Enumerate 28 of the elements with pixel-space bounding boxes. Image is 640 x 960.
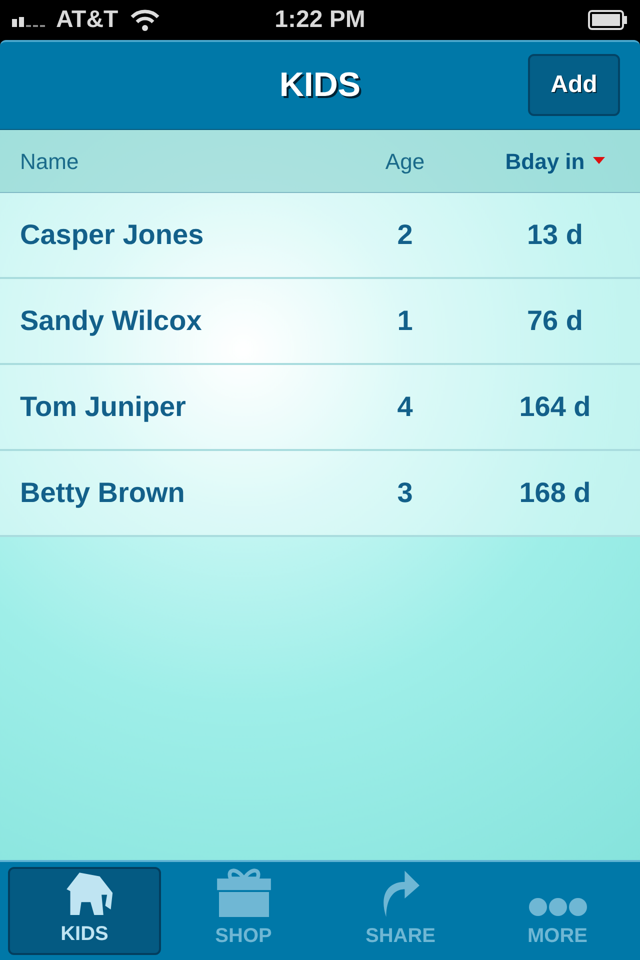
table-cell-text: 13 d (526, 218, 584, 252)
table-cell-text: 3 (396, 476, 414, 510)
more-dots-icon (528, 897, 588, 917)
wifi-icon (130, 9, 160, 31)
table-cell-text: Casper Jones (19, 218, 205, 252)
table-cell-text: 4 (396, 390, 414, 424)
table-cell-text: Betty Brown (19, 476, 186, 510)
column-header[interactable]: Bday in (470, 144, 640, 178)
table-cell-text: Sandy Wilcox (19, 304, 203, 338)
table-cell-text: 1 (396, 304, 414, 338)
tab-item[interactable]: KIDS (8, 867, 161, 955)
carrier-name: AT&T (56, 5, 118, 35)
add-button[interactable]: Add (528, 54, 620, 116)
table-row[interactable]: Casper Jones 2 13 d (0, 193, 640, 279)
clock-time: 1:22 PM (274, 5, 366, 35)
table-cell-text: 164 d (518, 390, 592, 424)
screen-title: KIDS (279, 65, 361, 106)
table-cell-text: 2 (396, 218, 414, 252)
battery-icon (588, 10, 628, 30)
table-cell-text: Tom Juniper (19, 390, 187, 424)
column-header[interactable]: Name (0, 144, 340, 178)
table-cell-text: 76 d (526, 304, 584, 338)
table-cell-text: 168 d (518, 476, 592, 510)
sort-descending-icon (592, 157, 605, 165)
table-row[interactable]: Tom Juniper 4 164 d (0, 365, 640, 451)
table-row[interactable]: Betty Brown 3 168 d (0, 451, 640, 537)
column-header[interactable]: Age (340, 144, 470, 178)
table-row[interactable]: Sandy Wilcox 1 76 d (0, 279, 640, 365)
